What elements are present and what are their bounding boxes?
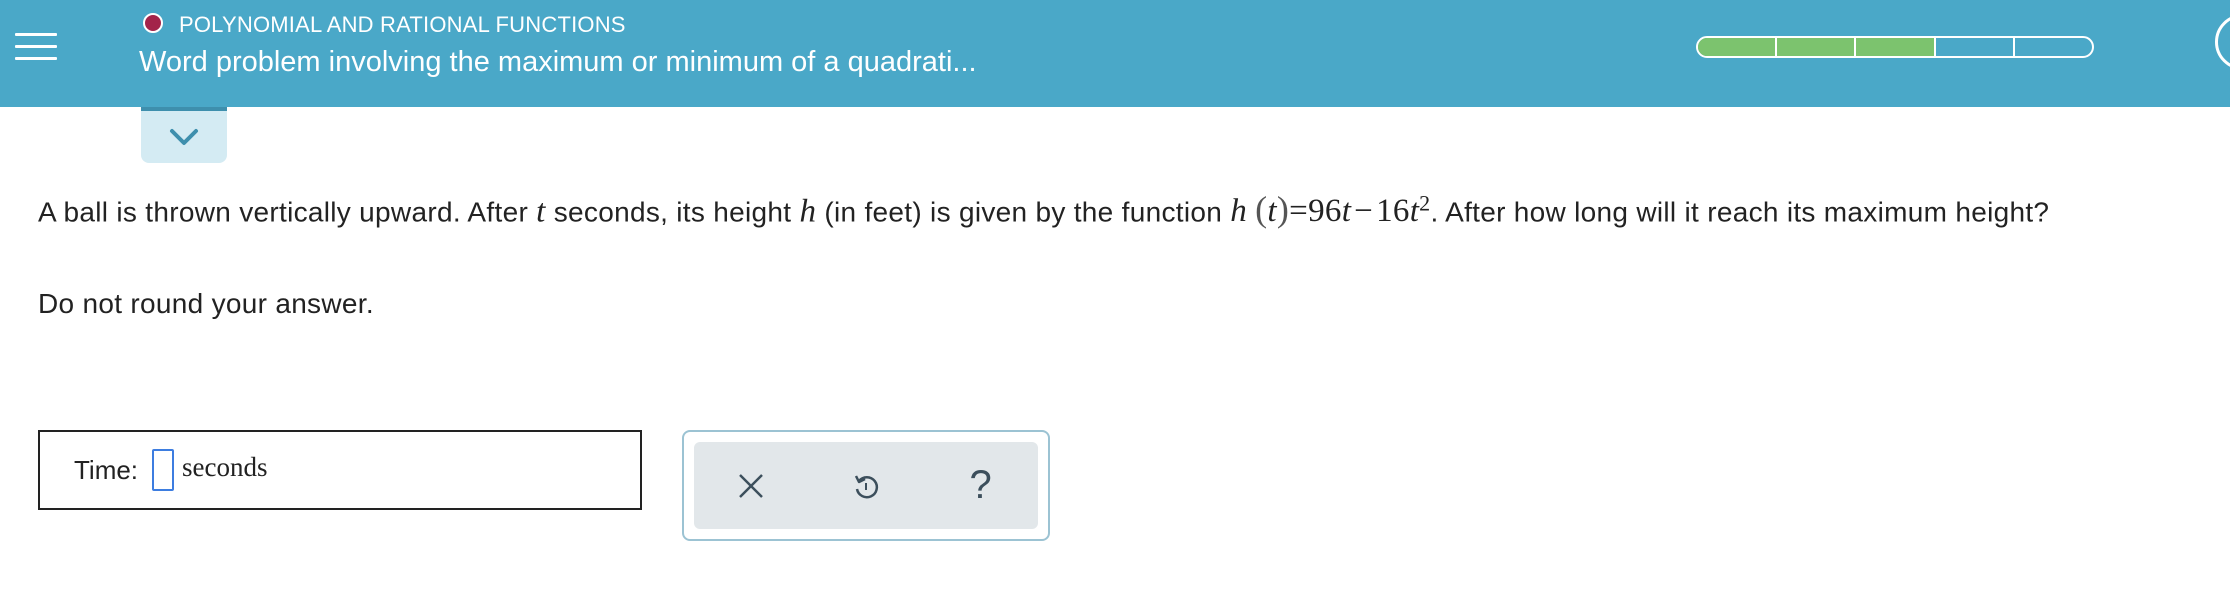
equals-sign: = xyxy=(1289,193,1309,230)
minus-sign: − xyxy=(1354,193,1374,230)
question-part: seconds, its height xyxy=(553,196,792,228)
tool-panel: ? xyxy=(682,430,1050,541)
progress-segment xyxy=(1777,38,1857,56)
topic-title: POLYNOMIAL AND RATIONAL FUNCTIONS xyxy=(179,12,626,37)
instruction-text: Do not round your answer. xyxy=(38,288,374,319)
avatar[interactable] xyxy=(2215,14,2230,70)
math-variable: t xyxy=(1267,193,1277,230)
progress-segment xyxy=(2015,38,2092,56)
question-part: (in feet) is given by the function xyxy=(824,196,1223,228)
math-variable: t xyxy=(1409,193,1420,230)
question-text: A ball is thrown vertically upward. Afte… xyxy=(38,184,2228,232)
exponent: 2 xyxy=(1419,191,1431,216)
question-part: A ball is thrown vertically upward. Afte… xyxy=(38,196,529,228)
progress-bar xyxy=(1696,36,2094,58)
progress-segment xyxy=(1856,38,1936,56)
answer-box: Time: seconds xyxy=(38,430,642,510)
close-icon xyxy=(739,473,764,498)
chevron-down-icon xyxy=(170,129,198,145)
progress-segment xyxy=(1936,38,2015,56)
function-expression: h (t)=96t−16t2 xyxy=(1230,189,1430,230)
paren: ) xyxy=(1276,189,1290,230)
undo-button[interactable] xyxy=(836,456,896,516)
help-icon: ? xyxy=(969,463,992,507)
help-button[interactable]: ? xyxy=(951,456,1011,516)
lesson-title: Word problem involving the maximum or mi… xyxy=(139,46,977,78)
coefficient: 16 xyxy=(1376,193,1410,230)
topic-status-dot xyxy=(143,13,163,33)
answer-input[interactable] xyxy=(152,449,175,491)
hamburger-icon xyxy=(15,24,57,69)
question-part: . After how long will it reach its maxim… xyxy=(1430,196,2050,228)
progress-segment xyxy=(1698,38,1778,56)
math-variable: h xyxy=(799,193,817,230)
tool-panel-inner: ? xyxy=(694,442,1038,529)
menu-button[interactable] xyxy=(0,0,72,92)
math-variable: t xyxy=(536,193,546,230)
paren: ( xyxy=(1255,189,1268,230)
clear-button[interactable] xyxy=(721,456,781,516)
collapse-toggle-button[interactable] xyxy=(141,107,227,163)
function-name: h xyxy=(1230,193,1248,230)
answer-label: Time: xyxy=(74,454,139,485)
coefficient: 96 xyxy=(1308,193,1342,230)
header-bar: POLYNOMIAL AND RATIONAL FUNCTIONS Word p… xyxy=(0,0,2230,107)
math-variable: t xyxy=(1341,193,1352,230)
undo-icon xyxy=(854,474,879,498)
answer-unit: seconds xyxy=(182,451,268,482)
